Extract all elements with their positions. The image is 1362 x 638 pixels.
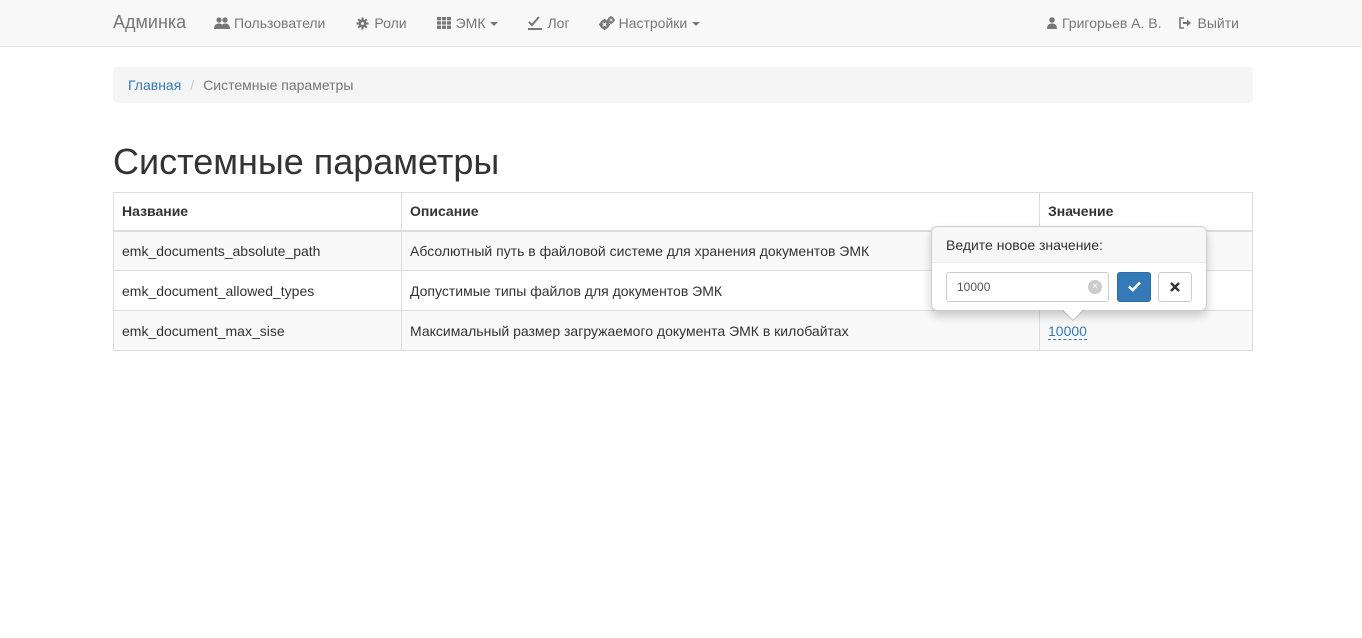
cogs-icon <box>598 16 615 30</box>
user-name-label: Григорьев А. В. <box>1062 15 1162 31</box>
param-name-cell: emk_documents_absolute_path <box>113 230 402 271</box>
param-name-cell: emk_document_max_sise <box>113 310 402 351</box>
nav-item-settings[interactable]: Настройки <box>598 15 701 31</box>
check-list-icon <box>527 16 543 30</box>
cancel-button[interactable] <box>1158 272 1192 302</box>
column-header-value: Значение <box>1039 192 1253 232</box>
nav-item-roles-label: Роли <box>374 15 407 31</box>
popover-title: Ведите новое значение: <box>932 227 1206 263</box>
breadcrumb-home-link[interactable]: Главная <box>128 77 181 93</box>
main-nav: Пользователи Роли ЭМК Лог Настройки <box>214 0 729 46</box>
nav-item-users[interactable]: Пользователи <box>214 15 325 31</box>
nav-item-emk[interactable]: ЭМК <box>436 15 499 31</box>
nav-item-settings-label: Настройки <box>618 15 688 31</box>
chevron-down-icon <box>692 22 701 26</box>
user-icon <box>1046 16 1058 30</box>
param-description-cell: Максимальный размер загружаемого докумен… <box>401 310 1040 351</box>
value-input-wrapper: × <box>946 272 1109 302</box>
logout-link[interactable]: Выйти <box>1178 15 1239 31</box>
close-icon <box>1170 279 1180 295</box>
logout-label: Выйти <box>1197 15 1239 31</box>
nav-item-log-label: Лог <box>547 15 570 31</box>
nav-item-log[interactable]: Лог <box>527 15 570 31</box>
logout-icon <box>1178 16 1194 30</box>
column-header-name: Название <box>113 192 402 232</box>
user-nav: Григорьев А. В. Выйти <box>1046 0 1255 46</box>
confirm-button[interactable] <box>1117 272 1151 302</box>
top-navbar: Админка Пользователи Роли ЭМК Лог Настро… <box>0 0 1362 47</box>
nav-item-emk-label: ЭМК <box>455 15 486 31</box>
nav-item-user-profile[interactable]: Григорьев А. В. <box>1046 15 1162 31</box>
nav-item-users-label: Пользователи <box>234 15 326 31</box>
popover-arrow-inner <box>1063 310 1083 320</box>
breadcrumb-separator: / <box>190 77 195 93</box>
table-header-row: Название Описание Значение <box>113 192 1253 232</box>
param-name-cell: emk_document_allowed_types <box>113 270 402 311</box>
param-value-editable[interactable]: 10000 <box>1048 322 1087 340</box>
popover-body: × <box>932 263 1206 311</box>
clear-icon[interactable]: × <box>1088 280 1102 294</box>
grid-icon <box>436 16 452 30</box>
chevron-down-icon <box>490 22 499 26</box>
breadcrumb: Главная / Системные параметры <box>113 67 1253 103</box>
breadcrumb-current: Системные параметры <box>203 77 354 93</box>
brand-link[interactable]: Админка <box>113 12 186 33</box>
column-header-description: Описание <box>401 192 1040 232</box>
users-icon <box>214 16 230 30</box>
checkmark-icon <box>1127 279 1141 295</box>
nav-item-roles[interactable]: Роли <box>354 15 407 31</box>
cog-icon <box>354 16 370 30</box>
edit-value-popover: Ведите новое значение: × <box>931 226 1207 321</box>
value-input[interactable] <box>947 273 1077 301</box>
page-title: Системные параметры <box>113 141 500 182</box>
